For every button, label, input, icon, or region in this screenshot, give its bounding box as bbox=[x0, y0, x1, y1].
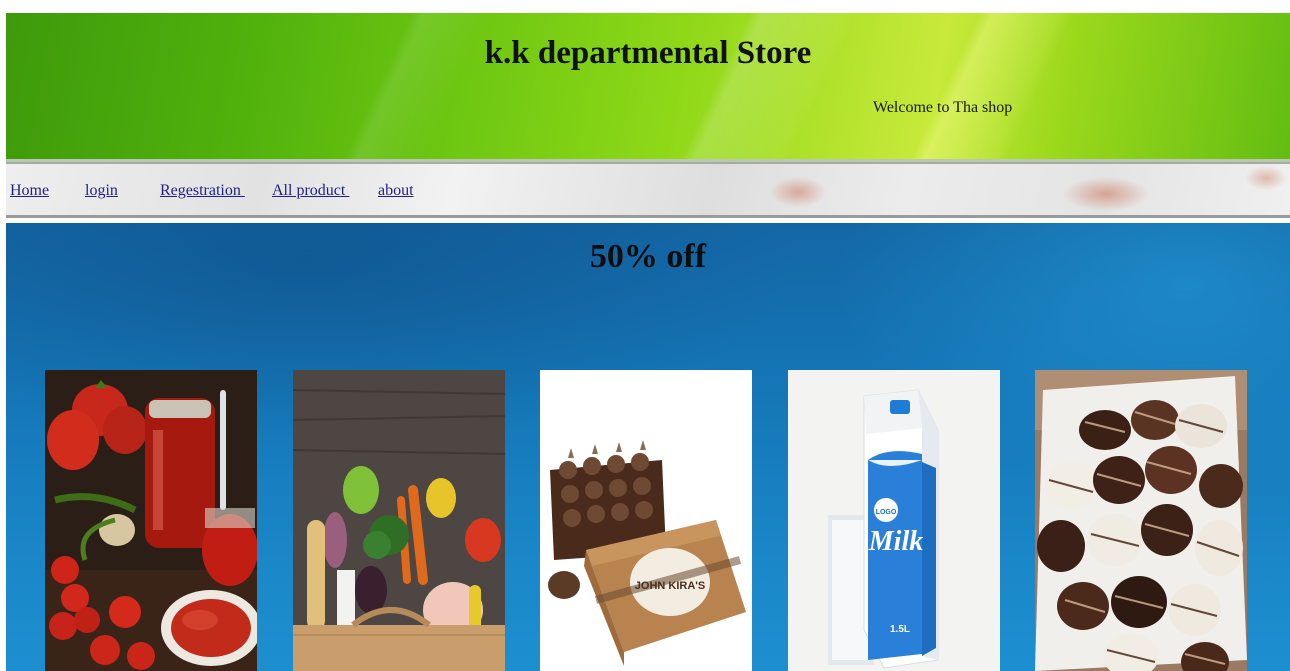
product-card-chocolate-box[interactable]: JOHN KIRA'S bbox=[540, 370, 752, 671]
product-card-grocery-bag[interactable] bbox=[293, 370, 505, 671]
chocolate-cookies-image bbox=[1035, 370, 1247, 671]
nav-link-about[interactable]: about bbox=[378, 182, 414, 200]
nav-link-login[interactable]: login bbox=[85, 182, 118, 200]
page: k.k departmental Store Welcome to Tha sh… bbox=[0, 0, 1290, 671]
milk-carton-image: LOGO Milk 1.5L bbox=[788, 370, 1000, 671]
milk-size-label: 1.5L bbox=[890, 624, 910, 635]
nav-link-home[interactable]: Home bbox=[10, 182, 49, 200]
nav-bar: Home login Regestration All product abou… bbox=[6, 162, 1290, 218]
product-card-milk[interactable]: LOGO Milk 1.5L bbox=[788, 370, 1000, 671]
promo-heading: 50% off bbox=[589, 238, 707, 275]
main-section: 50% off JOHN KIRA'S LOGO Milk 1.5L bbox=[6, 223, 1290, 671]
welcome-text: Welcome to Tha shop bbox=[873, 99, 1013, 116]
grocery-bag-image bbox=[293, 370, 505, 671]
nav-link-all-product[interactable]: All product bbox=[272, 182, 349, 200]
milk-carton-label: Milk bbox=[868, 526, 923, 557]
milk-logo-label: LOGO bbox=[876, 509, 897, 516]
site-header-banner: k.k departmental Store Welcome to Tha sh… bbox=[6, 13, 1290, 162]
product-card-chocolate-cookies[interactable] bbox=[1035, 370, 1247, 671]
site-title: k.k departmental Store bbox=[484, 35, 812, 71]
chocolate-box-image: JOHN KIRA'S bbox=[540, 370, 752, 671]
chocolate-box-label: JOHN KIRA'S bbox=[635, 580, 705, 592]
tomato-sauce-image bbox=[45, 370, 257, 671]
product-card-tomato-sauce[interactable] bbox=[45, 370, 257, 671]
nav-link-registration[interactable]: Regestration bbox=[160, 182, 245, 200]
